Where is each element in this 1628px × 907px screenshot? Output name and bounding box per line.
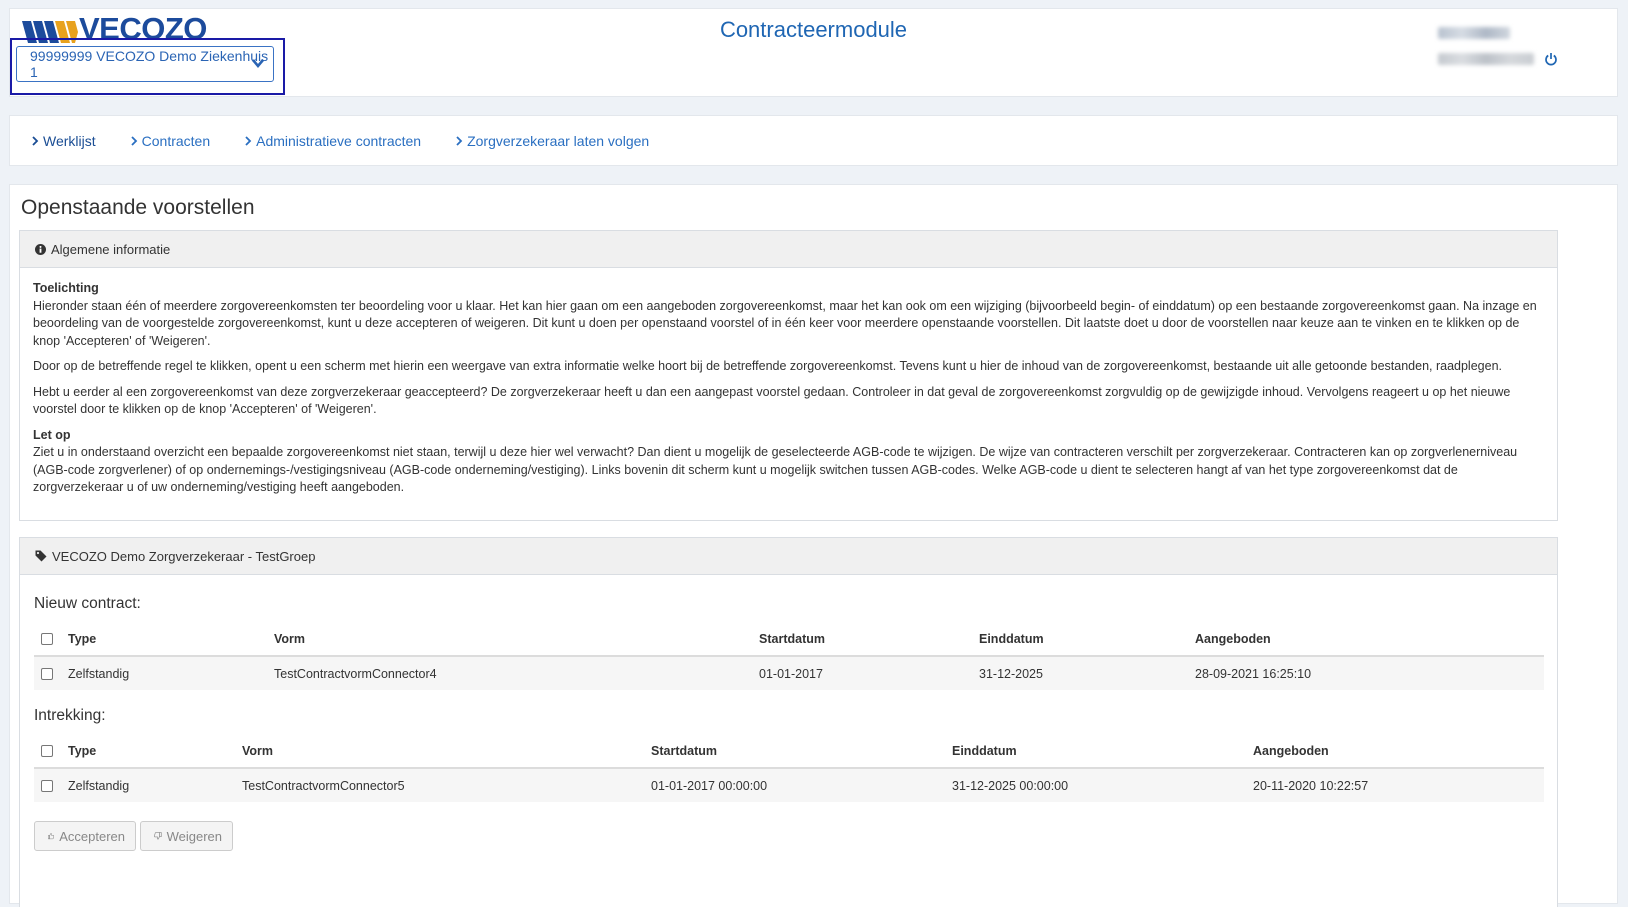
nav-label: Werklijst — [43, 132, 96, 149]
accept-button[interactable]: Accepteren — [34, 821, 136, 851]
cell-aangeboden: 28-09-2021 16:25:10 — [1195, 656, 1544, 690]
info-paragraph: Ziet u in onderstaand overzicht een bepa… — [33, 445, 1518, 494]
org-select[interactable]: 99999999 VECOZO Demo Ziekenhuis 1 — [16, 46, 274, 82]
tag-icon — [35, 550, 47, 562]
withdrawal-label: Intrekking: — [34, 707, 106, 724]
column-header: Vorm — [274, 622, 759, 657]
cell-startdatum: 01-01-2017 00:00:00 — [651, 768, 952, 802]
page-title: Openstaande voorstellen — [21, 196, 255, 219]
column-header: Type — [68, 622, 274, 657]
cell-type: Zelfstandig — [68, 656, 274, 690]
header: VECOZO 99999999 VECOZO Demo Ziekenhuis 1… — [9, 8, 1618, 97]
nav-item-contracten[interactable]: Contracten — [130, 133, 210, 149]
nav-item-zorgverzekeraar-laten-volgen[interactable]: Zorgverzekeraar laten volgen — [455, 133, 649, 149]
chevron-down-icon — [252, 59, 264, 69]
table-header-row: Type Vorm Startdatum Einddatum Aangebode… — [34, 734, 1544, 769]
new-contract-table: Type Vorm Startdatum Einddatum Aangebode… — [34, 622, 1544, 690]
cell-aangeboden: 20-11-2020 10:22:57 — [1253, 768, 1544, 802]
nav-label: Contracten — [141, 132, 211, 149]
info-circle-icon — [35, 243, 46, 255]
cell-einddatum: 31-12-2025 00:00:00 — [952, 768, 1253, 802]
thumbs-down-icon — [154, 832, 162, 840]
letop-heading: Let op — [33, 427, 71, 442]
column-header: Aangeboden — [1253, 734, 1544, 769]
cell-vorm: TestContractvormConnector4 — [274, 656, 759, 690]
column-header: Vorm — [242, 734, 651, 769]
column-header: Type — [68, 734, 242, 769]
nav-label: Zorgverzekeraar laten volgen — [467, 132, 650, 149]
column-header: Aangeboden — [1195, 622, 1544, 657]
row-checkbox[interactable] — [41, 668, 53, 681]
logout-power-icon[interactable] — [1544, 52, 1558, 66]
info-paragraph: Hebt u eerder al een zorgovereenkomst va… — [33, 384, 1511, 417]
column-header: Einddatum — [979, 622, 1195, 657]
withdrawal-table: Type Vorm Startdatum Einddatum Aangebode… — [34, 734, 1544, 802]
insurer-panel-header: VECOZO Demo Zorgverzekeraar - TestGroep — [20, 538, 1557, 575]
main-nav: Werklijst Contracten Administratieve con… — [9, 115, 1618, 166]
reject-button[interactable]: Weigeren — [140, 821, 233, 851]
cell-type: Zelfstandig — [68, 768, 242, 802]
cell-startdatum: 01-01-2017 — [759, 656, 979, 690]
table-row[interactable]: Zelfstandig TestContractvormConnector5 0… — [34, 768, 1544, 802]
select-all-checkbox[interactable] — [41, 633, 53, 646]
main-content: Openstaande voorstellen Algemene informa… — [9, 184, 1618, 907]
column-header: Einddatum — [952, 734, 1253, 769]
nav-item-administratieve-contracten[interactable]: Administratieve contracten — [244, 133, 421, 149]
user-name-redacted — [1438, 27, 1510, 39]
app-title: Contracteermodule — [719, 17, 908, 42]
cell-einddatum: 31-12-2025 — [979, 656, 1195, 690]
info-panel-title: Algemene informatie — [51, 241, 171, 257]
info-panel-body: Toelichting Hieronder staan één of meerd… — [20, 268, 1557, 497]
column-header: Startdatum — [759, 622, 979, 657]
nav-label: Administratieve contracten — [256, 132, 422, 149]
chevron-right-icon — [32, 135, 39, 146]
info-panel-header: Algemene informatie — [20, 231, 1557, 268]
info-paragraph: Door op de betreffende regel te klikken,… — [33, 359, 1502, 373]
select-all-checkbox[interactable] — [41, 745, 53, 758]
nav-item-werklijst[interactable]: Werklijst — [31, 133, 96, 149]
reject-label: Weigeren — [166, 828, 222, 844]
user-email-redacted — [1438, 53, 1534, 65]
table-row[interactable]: Zelfstandig TestContractvormConnector4 0… — [34, 656, 1544, 690]
column-header: Startdatum — [651, 734, 952, 769]
chevron-right-icon — [245, 135, 252, 146]
insurer-panel: VECOZO Demo Zorgverzekeraar - TestGroep … — [19, 537, 1558, 907]
info-panel: Algemene informatie Toelichting Hieronde… — [19, 230, 1558, 521]
insurer-panel-title: VECOZO Demo Zorgverzekeraar - TestGroep — [52, 548, 316, 564]
org-select-value: 99999999 VECOZO Demo Ziekenhuis 1 — [30, 48, 269, 80]
cell-vorm: TestContractvormConnector5 — [242, 768, 651, 802]
thumbs-up-icon — [48, 833, 55, 840]
row-checkbox[interactable] — [41, 780, 53, 793]
org-select-highlight: 99999999 VECOZO Demo Ziekenhuis 1 — [10, 38, 285, 95]
chevron-right-icon — [131, 135, 137, 146]
table-header-row: Type Vorm Startdatum Einddatum Aangebode… — [34, 622, 1544, 657]
chevron-right-icon — [456, 135, 463, 146]
accept-label: Accepteren — [59, 828, 125, 844]
toelichting-heading: Toelichting — [33, 281, 99, 295]
new-contract-label: Nieuw contract: — [34, 595, 141, 612]
user-info — [1438, 27, 1534, 65]
info-paragraph: Hieronder staan één of meerdere zorgover… — [33, 298, 1537, 348]
